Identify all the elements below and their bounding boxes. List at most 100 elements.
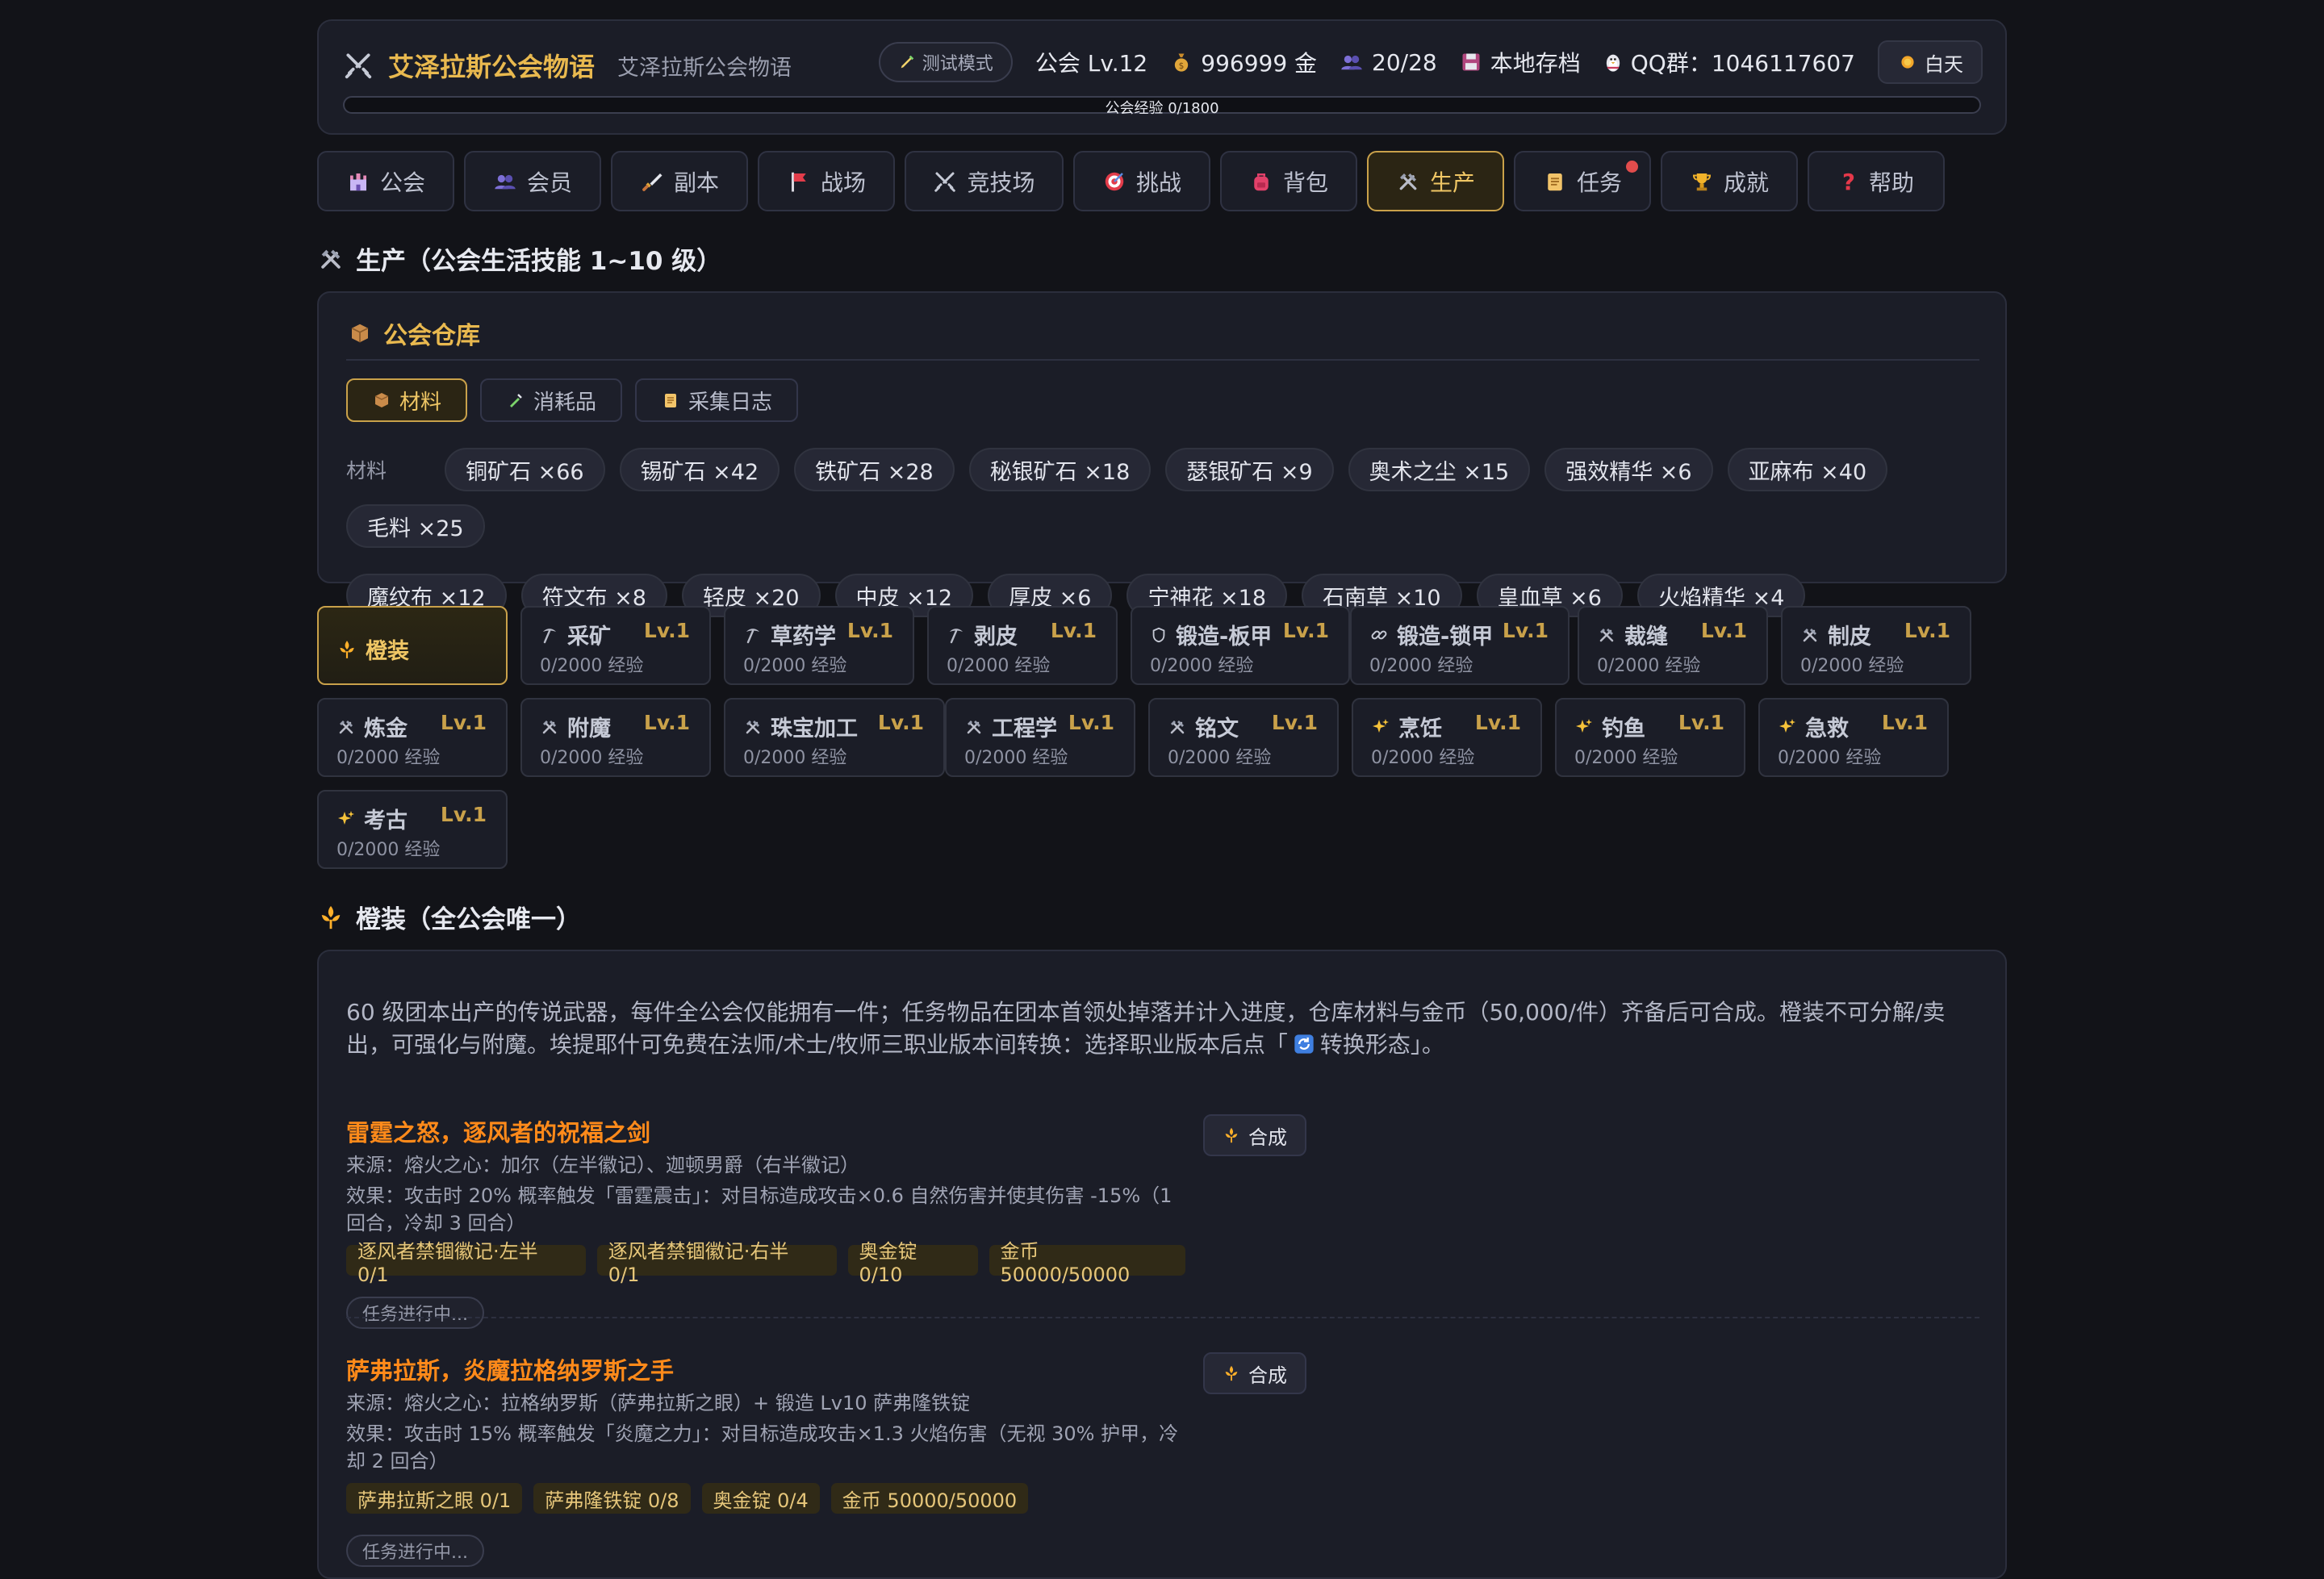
material-chip: 瑟银矿石 ×9 [1165, 448, 1334, 491]
skill-name: 炼金 [336, 711, 408, 742]
tab-guild[interactable]: 公会 [317, 151, 454, 211]
in-progress-button[interactable]: 任务进行中... [346, 1297, 484, 1329]
skill-name: 采矿 [540, 619, 611, 650]
skill-card[interactable]: 制皮 Lv.1 0/2000 经验 [1781, 606, 1971, 685]
gold-text: 996999 金 [1201, 50, 1318, 77]
tab-backpack[interactable]: 背包 [1220, 151, 1357, 211]
tab-dungeon-label: 副本 [673, 169, 719, 196]
requirement-badge: 萨弗拉斯之眼 0/1 [346, 1483, 523, 1514]
tab-gather-log[interactable]: 采集日志 [635, 378, 799, 422]
app-title: 艾泽拉斯公会物语 [388, 52, 596, 82]
sun-icon [1897, 52, 1918, 73]
legendary-item: 雷霆之怒，逐风者的祝福之剑 来源：熔火之心：加尔（左半徽记）、迦顿男爵（右半徽记… [346, 1114, 1186, 1329]
material-chip: 铁矿石 ×28 [794, 448, 955, 491]
skill-name-text: 烹饪 [1398, 716, 1442, 741]
legendary-title: 橙装（全公会唯一） [317, 899, 581, 935]
target-icon [1102, 169, 1126, 194]
tab-arena[interactable]: 竞技场 [905, 151, 1064, 211]
requirement-badge: 逐风者禁锢徽记·左半 0/1 [346, 1240, 586, 1286]
craft-button[interactable]: 合成 [1203, 1114, 1306, 1156]
svg-text:?: ? [1842, 169, 1855, 194]
requirements-list: 逐风者禁锢徽记·左半 0/1 逐风者禁锢徽记·右半 0/1 奥金锭 0/10 金… [346, 1240, 1186, 1286]
hammer-pick-icon [1168, 717, 1187, 737]
tab-battleground[interactable]: 战场 [758, 151, 895, 211]
svg-text:$: $ [1179, 61, 1185, 71]
crossed-swords-icon [343, 50, 374, 81]
skill-card[interactable]: 锻造-锁甲 Lv.1 0/2000 经验 [1350, 606, 1570, 685]
shield-icon [1150, 625, 1168, 645]
day-mode-toggle[interactable]: 白天 [1878, 40, 1983, 84]
skill-card[interactable]: 工程学 Lv.1 0/2000 经验 [945, 698, 1135, 777]
skill-xp: 0/2000 经验 [964, 748, 1068, 768]
skill-card[interactable]: 附魔 Lv.1 0/2000 经验 [520, 698, 711, 777]
money-bag-icon: $ [1170, 51, 1193, 73]
tab-members[interactable]: 会员 [464, 151, 601, 211]
requirement-badge: 奥金锭 0/10 [847, 1240, 978, 1286]
tab-materials-label: 材料 [399, 390, 442, 415]
warehouse-tabs: 材料 消耗品 采集日志 [346, 378, 799, 422]
tab-achievements[interactable]: 成就 [1661, 151, 1798, 211]
sparkle-icon [1371, 717, 1390, 737]
tab-materials[interactable]: 材料 [346, 378, 468, 422]
skill-name-text: 草药学 [771, 624, 836, 650]
skill-name: 烹饪 [1371, 711, 1442, 742]
material-chip: 毛料 ×25 [346, 504, 485, 548]
skill-level: Lv.1 [1904, 619, 1950, 642]
app-root: 艾泽拉斯公会物语 艾泽拉斯公会物语 测试模式 公会 Lv.12 $ 996999… [317, 19, 2007, 1579]
skill-card[interactable]: 珠宝加工 Lv.1 0/2000 经验 [724, 698, 945, 777]
skill-card[interactable]: 采矿 Lv.1 0/2000 经验 [520, 606, 711, 685]
in-progress-button[interactable]: 任务进行中... [346, 1535, 484, 1567]
tab-help[interactable]: ? 帮助 [1808, 151, 1945, 211]
skill-card[interactable]: 急救 Lv.1 0/2000 经验 [1758, 698, 1949, 777]
legendary-item-source: 来源：熔火之心：加尔（左半徽记）、迦顿男爵（右半徽记） [346, 1154, 859, 1176]
skill-name: 珠宝加工 [743, 711, 858, 742]
tab-dungeon[interactable]: 副本 [611, 151, 748, 211]
skill-name: 草药学 [743, 619, 836, 650]
skill-card[interactable]: 烹饪 Lv.1 0/2000 经验 [1352, 698, 1542, 777]
skill-name: 裁缝 [1597, 619, 1668, 650]
tab-quests-label: 任务 [1576, 169, 1622, 196]
skill-card[interactable]: 炼金 Lv.1 0/2000 经验 [317, 698, 508, 777]
pickaxe-icon [540, 625, 559, 645]
sparkle-icon [1778, 717, 1797, 737]
materials-label: 材料 [346, 459, 387, 482]
skill-card[interactable]: 钓鱼 Lv.1 0/2000 经验 [1555, 698, 1745, 777]
skill-legendary[interactable]: 橙装 [317, 606, 508, 685]
save-stat[interactable]: 本地存档 [1460, 46, 1581, 78]
skill-level: Lv.1 [1050, 619, 1097, 642]
tab-consumables[interactable]: 消耗品 [480, 378, 623, 422]
fleur-icon [1223, 1126, 1240, 1144]
fleur-icon [317, 904, 345, 931]
members-icon [1340, 51, 1364, 73]
skill-name-text: 剥皮 [974, 624, 1018, 650]
tab-production-label: 生产 [1429, 169, 1475, 196]
materials-list: 材料 铜矿石 ×66 锡矿石 ×42 铁矿石 ×28 秘银矿石 ×18 瑟银矿石 ×9 奥… [346, 448, 1984, 617]
skill-card[interactable]: 剥皮 Lv.1 0/2000 经验 [927, 606, 1118, 685]
skill-name-text: 裁缝 [1624, 624, 1668, 650]
refresh-icon [1293, 1033, 1315, 1055]
skill-name-text: 锻造-锁甲 [1397, 624, 1494, 650]
skill-level: Lv.1 [1502, 619, 1549, 642]
tab-production[interactable]: 生产 [1367, 151, 1504, 211]
skill-name-text: 制皮 [1828, 624, 1871, 650]
box-icon [372, 391, 391, 410]
skill-card[interactable]: 裁缝 Lv.1 0/2000 经验 [1578, 606, 1768, 685]
skill-name: 锻造-锁甲 [1369, 619, 1493, 650]
craft-button[interactable]: 合成 [1203, 1352, 1306, 1394]
pencil-icon [898, 53, 916, 71]
skill-level: Lv.1 [1271, 711, 1318, 734]
skill-card[interactable]: 锻造-板甲 Lv.1 0/2000 经验 [1131, 606, 1350, 685]
requirement-badge: 金币 50000/50000 [989, 1240, 1186, 1286]
skill-name-text: 工程学 [992, 716, 1057, 741]
guild-level-text: 公会 Lv.12 [1035, 50, 1148, 77]
pickaxe-icon [947, 625, 966, 645]
skill-name: 锻造-板甲 [1150, 619, 1272, 650]
castle-icon [346, 169, 370, 194]
test-mode-badge[interactable]: 测试模式 [878, 42, 1013, 82]
skill-card[interactable]: 考古 Lv.1 0/2000 经验 [317, 790, 508, 869]
tab-challenge[interactable]: 挑战 [1073, 151, 1210, 211]
requirements-list: 萨弗拉斯之眼 0/1 萨弗隆铁锭 0/8 奥金锭 0/4 金币 50000/50… [346, 1483, 1185, 1514]
tab-quests[interactable]: 任务 [1514, 151, 1651, 211]
skill-card[interactable]: 草药学 Lv.1 0/2000 经验 [724, 606, 914, 685]
skill-card[interactable]: 铭文 Lv.1 0/2000 经验 [1148, 698, 1339, 777]
